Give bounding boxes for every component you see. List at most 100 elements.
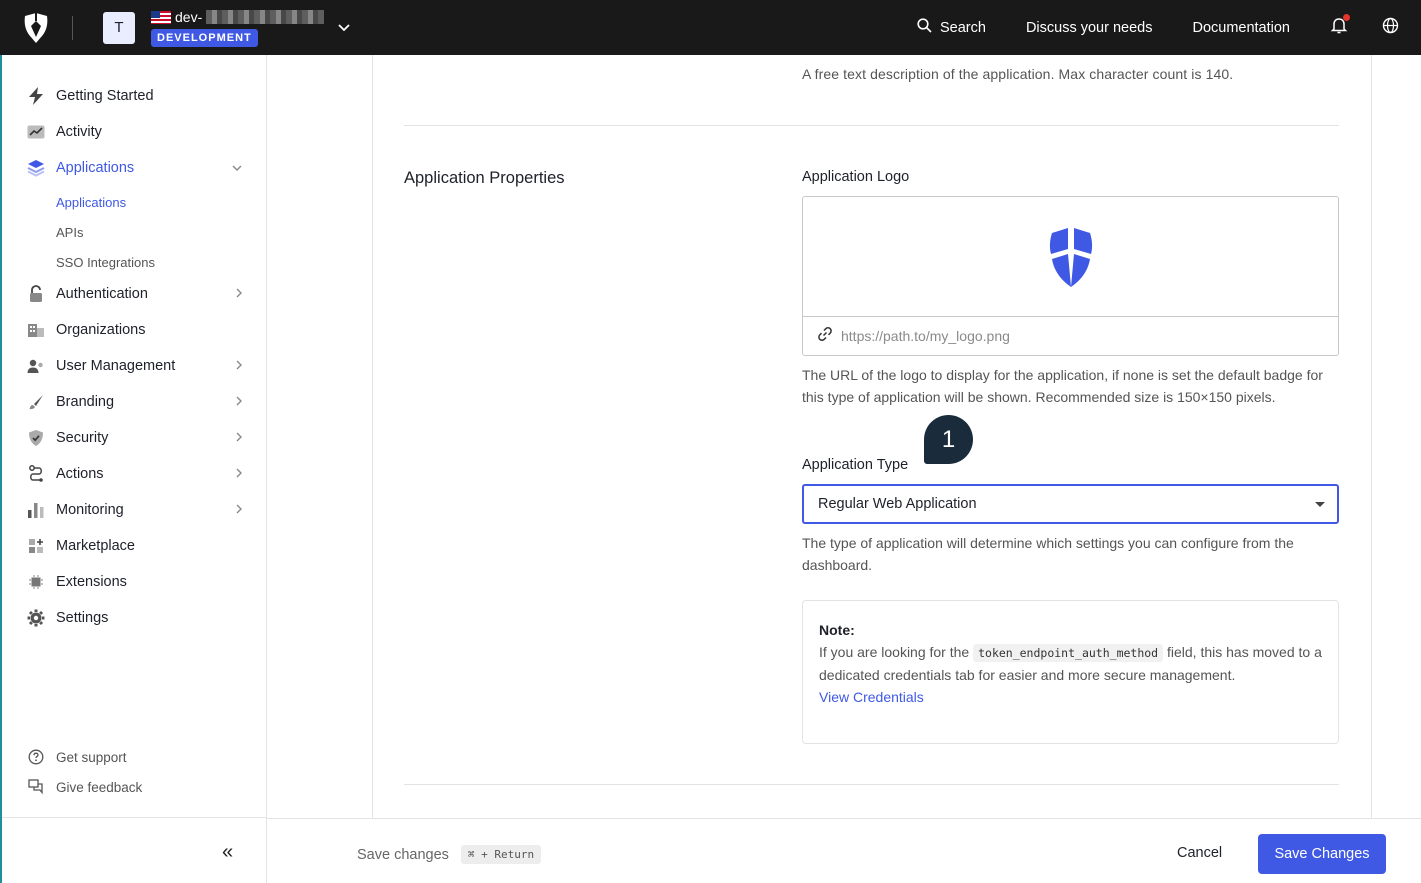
sidebar-subitem-apis[interactable]: APIs [56, 225, 83, 240]
save-shortcut-hint: Save changes ⌘ + Return [357, 845, 542, 864]
section-divider [404, 125, 1339, 126]
application-type-value: Regular Web Application [818, 496, 977, 512]
gear-icon [26, 608, 46, 628]
sidebar-item-applications[interactable]: Applications [26, 155, 242, 181]
lightning-icon [26, 86, 46, 106]
grid-plus-icon [26, 536, 46, 556]
chevron-up-icon [232, 162, 242, 174]
sidebar-item-organizations[interactable]: Organizations [26, 317, 242, 343]
keyboard-shortcut: ⌘ + Return [460, 845, 542, 864]
get-support-link[interactable]: Get support [26, 747, 127, 767]
bar-chart-icon [26, 500, 46, 520]
description-help-text: A free text description of the applicati… [802, 66, 1234, 82]
get-support-label: Get support [56, 749, 127, 765]
sidebar-item-label: Marketplace [56, 538, 135, 554]
sidebar-item-label: User Management [56, 358, 176, 374]
application-type-select[interactable]: Regular Web Application [802, 484, 1339, 524]
sidebar-item-getting-started[interactable]: Getting Started [26, 83, 242, 109]
tenant-name-redacted [206, 10, 325, 24]
section-title: Application Properties [404, 169, 565, 187]
sidebar-item-user-management[interactable]: User Management [26, 353, 242, 379]
application-logo-label: Application Logo [802, 169, 910, 185]
application-type-help-text: The type of application will determine w… [802, 535, 1294, 573]
note-text-before: If you are looking for the [819, 644, 974, 660]
application-badge-icon [1049, 227, 1092, 287]
application-logo-field [802, 196, 1339, 356]
chevron-right-icon [236, 288, 242, 301]
globe-icon [1382, 17, 1399, 39]
top-bar: T dev- DEVELOPMENT Search Discuss your n… [0, 0, 1421, 55]
logo-help-text: The URL of the logo to display for the a… [802, 367, 1323, 405]
give-feedback-label: Give feedback [56, 779, 143, 795]
note-title: Note: [819, 622, 855, 638]
tenant-switcher[interactable]: dev- DEVELOPMENT [151, 9, 325, 47]
sidebar-item-label: Activity [56, 124, 102, 140]
us-flag-icon [151, 10, 171, 24]
brush-icon [26, 392, 46, 412]
feedback-icon [26, 777, 46, 797]
sidebar-item-marketplace[interactable]: Marketplace [26, 533, 242, 559]
notifications-button[interactable] [1330, 14, 1350, 39]
activity-chart-icon [26, 122, 46, 142]
topbar-divider [72, 15, 73, 40]
tenant-avatar[interactable]: T [103, 11, 135, 44]
sidebar-divider [2, 817, 266, 818]
sidebar-item-security[interactable]: Security [26, 425, 242, 451]
search-icon [917, 18, 932, 37]
sidebar-item-label: Monitoring [56, 502, 124, 518]
chevron-right-icon [236, 360, 242, 373]
sidebar-subitem-sso-integrations[interactable]: SSO Integrations [56, 255, 155, 270]
sidebar-item-label: Security [56, 430, 109, 446]
search-label: Search [939, 19, 986, 36]
step-indicator-bubble: 1 [924, 415, 973, 464]
sidebar: Getting Started Activity Applications Ap… [0, 55, 267, 883]
application-type-label: Application Type [802, 457, 909, 473]
view-credentials-link[interactable]: View Credentials [819, 686, 1322, 708]
sidebar-item-extensions[interactable]: Extensions [26, 569, 242, 595]
flow-icon [26, 464, 46, 484]
section-divider [404, 784, 1339, 785]
sidebar-item-label: Extensions [56, 574, 127, 590]
chevron-down-icon[interactable] [338, 23, 350, 32]
sidebar-item-branding[interactable]: Branding [26, 389, 242, 415]
give-feedback-link[interactable]: Give feedback [26, 777, 142, 797]
notification-dot [1343, 14, 1350, 21]
collapse-sidebar-button[interactable]: « [222, 841, 233, 864]
sidebar-item-activity[interactable]: Activity [26, 119, 242, 145]
cancel-button[interactable]: Cancel [1177, 845, 1222, 861]
chevron-right-icon [236, 396, 242, 409]
auth0-logo-icon[interactable] [0, 0, 72, 55]
sidebar-item-label: Authentication [56, 286, 148, 302]
language-button[interactable] [1382, 17, 1399, 39]
chevron-right-icon [236, 504, 242, 517]
users-icon [26, 356, 46, 376]
sidebar-item-label: Branding [56, 394, 115, 410]
sidebar-item-authentication[interactable]: Authentication [26, 281, 242, 307]
sidebar-item-settings[interactable]: Settings [26, 605, 242, 631]
building-icon [26, 320, 46, 340]
sidebar-item-label: Applications [56, 160, 135, 176]
question-circle-icon [26, 747, 46, 767]
search-button[interactable]: Search [917, 18, 986, 37]
sidebar-item-label: Settings [56, 610, 109, 626]
documentation-link[interactable]: Documentation [1192, 20, 1290, 36]
note-code: token_endpoint_auth_method [973, 644, 1164, 662]
sidebar-item-monitoring[interactable]: Monitoring [26, 497, 242, 523]
save-changes-button[interactable]: Save Changes [1258, 834, 1386, 874]
chevron-right-icon [236, 432, 242, 445]
caret-down-icon [1315, 502, 1325, 507]
layers-icon [26, 158, 46, 178]
discuss-needs-link[interactable]: Discuss your needs [1026, 20, 1153, 36]
logo-preview [803, 197, 1338, 317]
sidebar-subitem-applications[interactable]: Applications [56, 195, 126, 210]
chevron-right-icon [236, 468, 242, 481]
sidebar-item-label: Actions [56, 466, 104, 482]
bottom-action-bar: Save changes ⌘ + Return Cancel Save Chan… [267, 818, 1421, 883]
logo-url-input[interactable] [841, 328, 1321, 344]
sidebar-item-actions[interactable]: Actions [26, 461, 242, 487]
link-icon [817, 326, 833, 347]
sidebar-item-label: Getting Started [56, 88, 154, 104]
shield-check-icon [26, 428, 46, 448]
environment-badge: DEVELOPMENT [151, 29, 258, 47]
lock-icon [26, 284, 46, 304]
